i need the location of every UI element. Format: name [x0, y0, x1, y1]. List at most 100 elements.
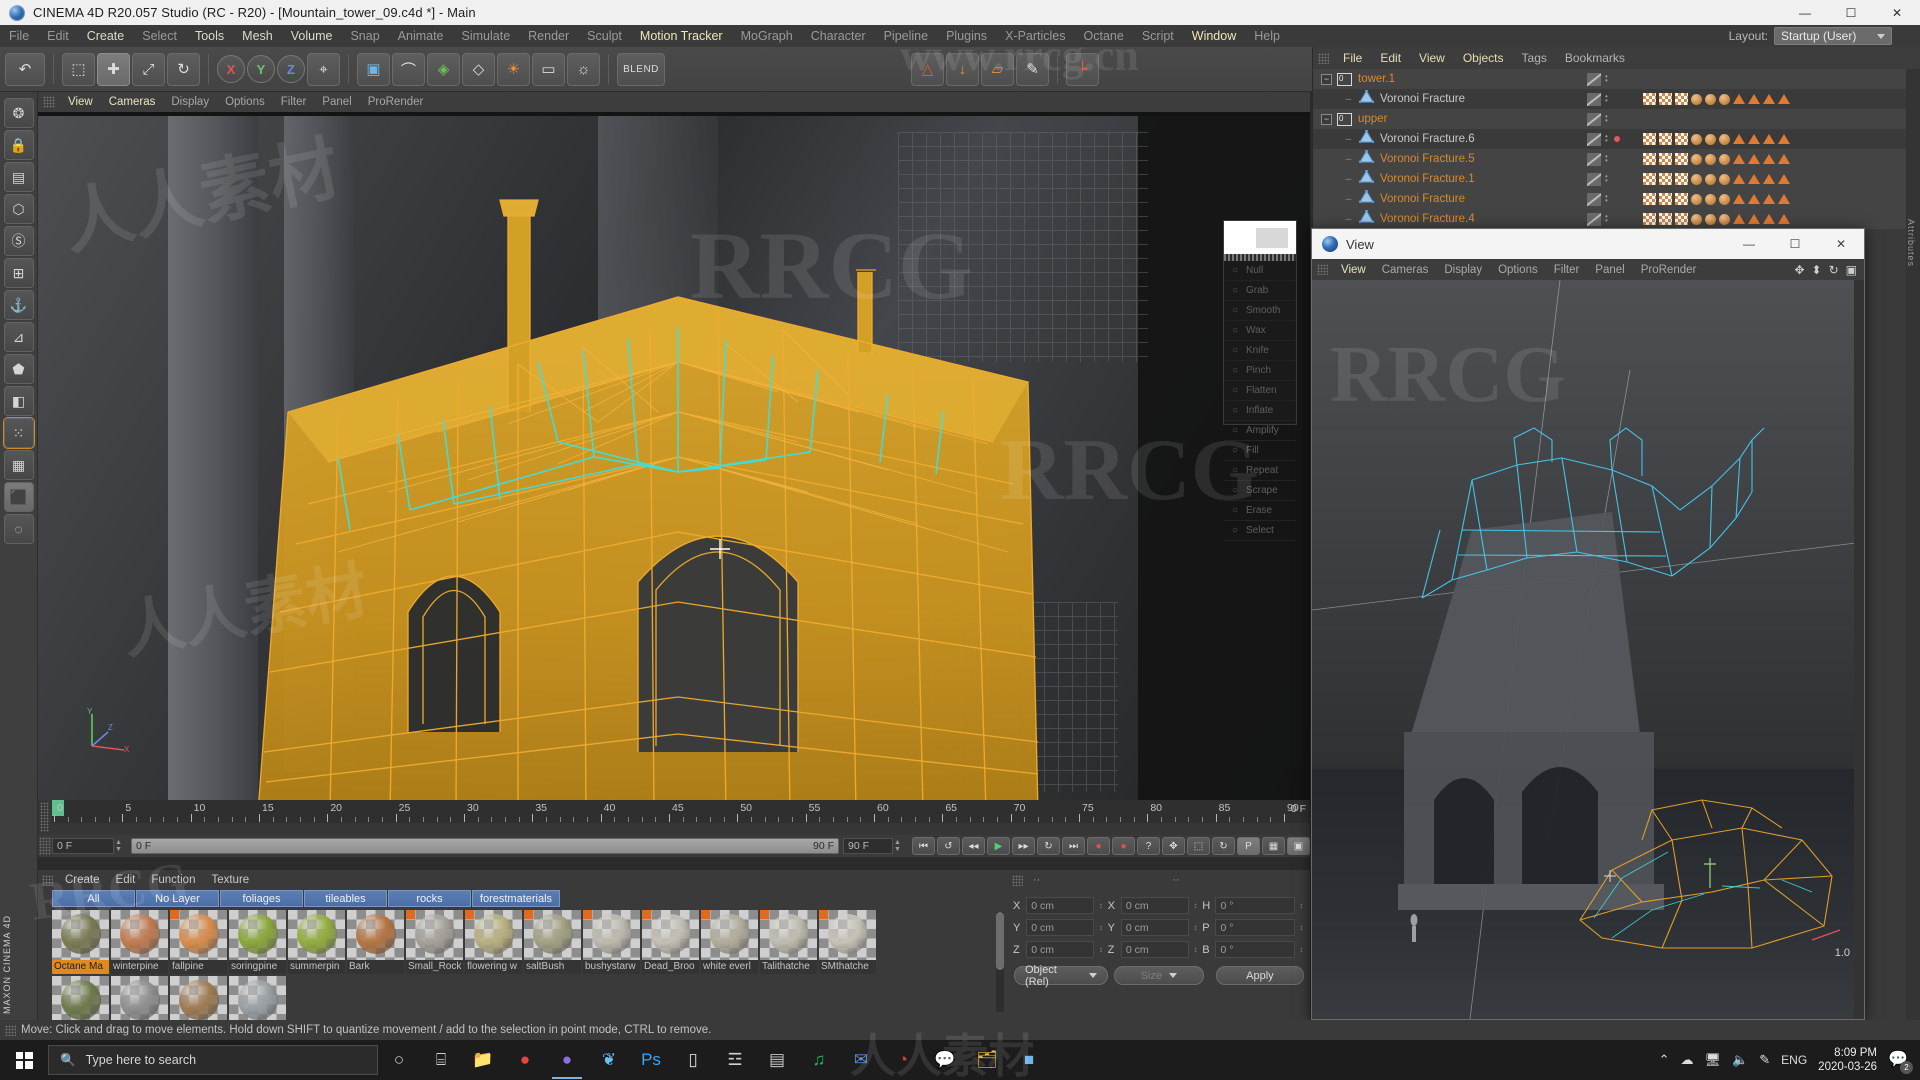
scrollbar-thumb[interactable]	[996, 912, 1004, 970]
value-stepper[interactable]: ↕	[1298, 923, 1305, 932]
uv-mode-icon[interactable]: ⊞	[3, 258, 34, 288]
material-swatch[interactable]	[52, 976, 109, 1026]
layout-dropdown[interactable]: Startup (User)	[1774, 27, 1892, 45]
material-name-label[interactable]: flowering w	[465, 960, 522, 974]
viewport-menu-filter[interactable]: Filter	[273, 96, 315, 108]
menu-item-mesh[interactable]: Mesh	[233, 25, 282, 47]
material-tag-icon[interactable]	[1691, 93, 1702, 105]
selection-tag-icon[interactable]	[1733, 134, 1745, 144]
material-swatch[interactable]	[524, 910, 581, 960]
key-pla-button[interactable]: ▦	[1262, 837, 1285, 855]
selection-tag-icon[interactable]	[1778, 174, 1790, 184]
opera-icon[interactable]: ◔	[882, 1040, 924, 1080]
material-swatch[interactable]	[819, 910, 876, 960]
goto-end-button[interactable]: ⏭	[1062, 837, 1085, 855]
key-rotation-button[interactable]: ↻	[1212, 837, 1235, 855]
panel-grip-icon[interactable]	[5, 1024, 16, 1036]
material-swatch[interactable]	[465, 910, 522, 960]
visibility-toggle-dots[interactable]: • •	[1605, 173, 1610, 185]
material-tab-tileables[interactable]: tileables	[304, 890, 387, 907]
material-item[interactable]: flowering w	[465, 910, 522, 974]
selection-tag-icon[interactable]	[1763, 174, 1775, 184]
object-menu-tags[interactable]: Tags	[1513, 51, 1556, 65]
undo-button[interactable]: ↶	[5, 52, 45, 86]
rotation-p-field[interactable]: 0 °	[1215, 919, 1295, 936]
menu-item-create[interactable]: Create	[78, 25, 134, 47]
mail-icon[interactable]: ✉	[840, 1040, 882, 1080]
material-swatch[interactable]	[229, 976, 286, 1026]
selection-tag-icon[interactable]	[1748, 174, 1760, 184]
material-tag-icon[interactable]	[1719, 213, 1730, 225]
points-mode-icon[interactable]: ⁙	[3, 418, 34, 448]
layer-swatch[interactable]	[1587, 132, 1601, 146]
position-y-field[interactable]: 0 cm	[1026, 919, 1095, 936]
start-button[interactable]	[0, 1040, 48, 1080]
snap-icon[interactable]: Ⓢ	[3, 226, 34, 256]
folder2-icon[interactable]: 🗂	[966, 1040, 1008, 1080]
material-name-label[interactable]: Octane Ma	[52, 960, 109, 974]
panel-grip-icon[interactable]	[1318, 52, 1329, 64]
sculpt-tool-popup[interactable]: ○ Null ○ Grab ○ Smooth ○ Wax ○ Knife ○ Pinch ○ Flatte…	[1223, 220, 1297, 541]
menu-item-edit[interactable]: Edit	[38, 25, 78, 47]
rotate-tool-button[interactable]: ↻	[167, 52, 200, 86]
value-stepper[interactable]: ↕	[1298, 945, 1305, 954]
current-frame-field[interactable]: 0 F	[52, 838, 114, 854]
texture-tag-icon[interactable]	[1659, 193, 1672, 205]
enable-axis-icon[interactable]: ❂	[3, 98, 34, 128]
texture-tag-icon[interactable]	[1675, 173, 1688, 185]
texture-tag-icon[interactable]	[1659, 133, 1672, 145]
material-menu-edit[interactable]: Edit	[108, 874, 144, 886]
object-tree-row[interactable]: −0 tower.1 • •	[1313, 69, 1920, 89]
autokey-button[interactable]: ●	[1112, 837, 1135, 855]
axis-x-button[interactable]: X	[217, 55, 245, 83]
texture-mode-icon[interactable]: ▦	[3, 450, 34, 480]
blend-mode-button[interactable]: BLEND	[617, 52, 665, 86]
material-swatch[interactable]	[701, 910, 758, 960]
menu-item-file[interactable]: File	[0, 25, 38, 47]
loop-button[interactable]: ↺	[937, 837, 960, 855]
material-swatch[interactable]	[229, 910, 286, 960]
floating-view-window[interactable]: View — ☐ ✕ View Cameras Display Options Filt…	[1311, 228, 1865, 1020]
panel-grip-icon[interactable]	[1317, 264, 1328, 275]
steam-icon[interactable]: ❦	[588, 1040, 630, 1080]
float-close-button[interactable]: ✕	[1818, 229, 1864, 259]
material-menu-create[interactable]: Create	[57, 874, 108, 886]
cortana-icon[interactable]: ○	[378, 1040, 420, 1080]
axis-mode-icon[interactable]: ⊿	[3, 322, 34, 352]
float-view-menu-prorender[interactable]: ProRender	[1633, 264, 1705, 276]
layer-swatch[interactable]	[1587, 112, 1601, 126]
sculpt-tool-scrape[interactable]: ○ Scrape	[1224, 481, 1296, 501]
rotate-view-icon[interactable]: ↻	[1829, 263, 1839, 277]
object-name-label[interactable]: tower.1	[1358, 73, 1395, 85]
visibility-toggle-dots[interactable]: • •	[1605, 153, 1610, 165]
size-y-field[interactable]: 0 cm	[1120, 919, 1189, 936]
menu-item-select[interactable]: Select	[133, 25, 186, 47]
selection-tag-icon[interactable]	[1733, 154, 1745, 164]
visibility-toggle-dots[interactable]: • •	[1605, 193, 1610, 205]
material-swatch[interactable]	[347, 910, 404, 960]
step-forward-button[interactable]: ▸▸	[1012, 837, 1035, 855]
material-tag-icon[interactable]	[1691, 133, 1702, 145]
menu-item-character[interactable]: Character	[802, 25, 875, 47]
viewport-menu-display[interactable]: Display	[163, 96, 217, 108]
preview-end-field[interactable]: 90 F	[843, 838, 893, 854]
menu-item-motion-tracker[interactable]: Motion Tracker	[631, 25, 732, 47]
material-item[interactable]: summerpin	[288, 910, 345, 974]
maximize-button[interactable]: ☐	[1828, 0, 1874, 25]
material-tag-icon[interactable]	[1705, 173, 1716, 185]
key-position-button[interactable]: ✥	[1162, 837, 1185, 855]
object-name-label[interactable]: upper	[1358, 113, 1387, 125]
object-tree-row[interactable]: – Voronoi Fracture • •	[1313, 89, 1920, 109]
position-z-field[interactable]: 0 cm	[1026, 941, 1095, 958]
app-icon[interactable]: ■	[1008, 1040, 1050, 1080]
file-explorer-icon[interactable]: 📁	[462, 1040, 504, 1080]
layer-swatch[interactable]	[1587, 92, 1601, 106]
material-tab-no-layer[interactable]: No Layer	[136, 890, 219, 907]
render-view-button[interactable]: △	[911, 52, 944, 86]
material-tag-icon[interactable]	[1691, 193, 1702, 205]
close-button[interactable]: ✕	[1874, 0, 1920, 25]
material-tag-icon[interactable]	[1691, 213, 1702, 225]
float-maximize-button[interactable]: ☐	[1772, 229, 1818, 259]
visibility-toggle-dots[interactable]: • •	[1605, 113, 1610, 125]
material-item[interactable]: white everl	[701, 910, 758, 974]
